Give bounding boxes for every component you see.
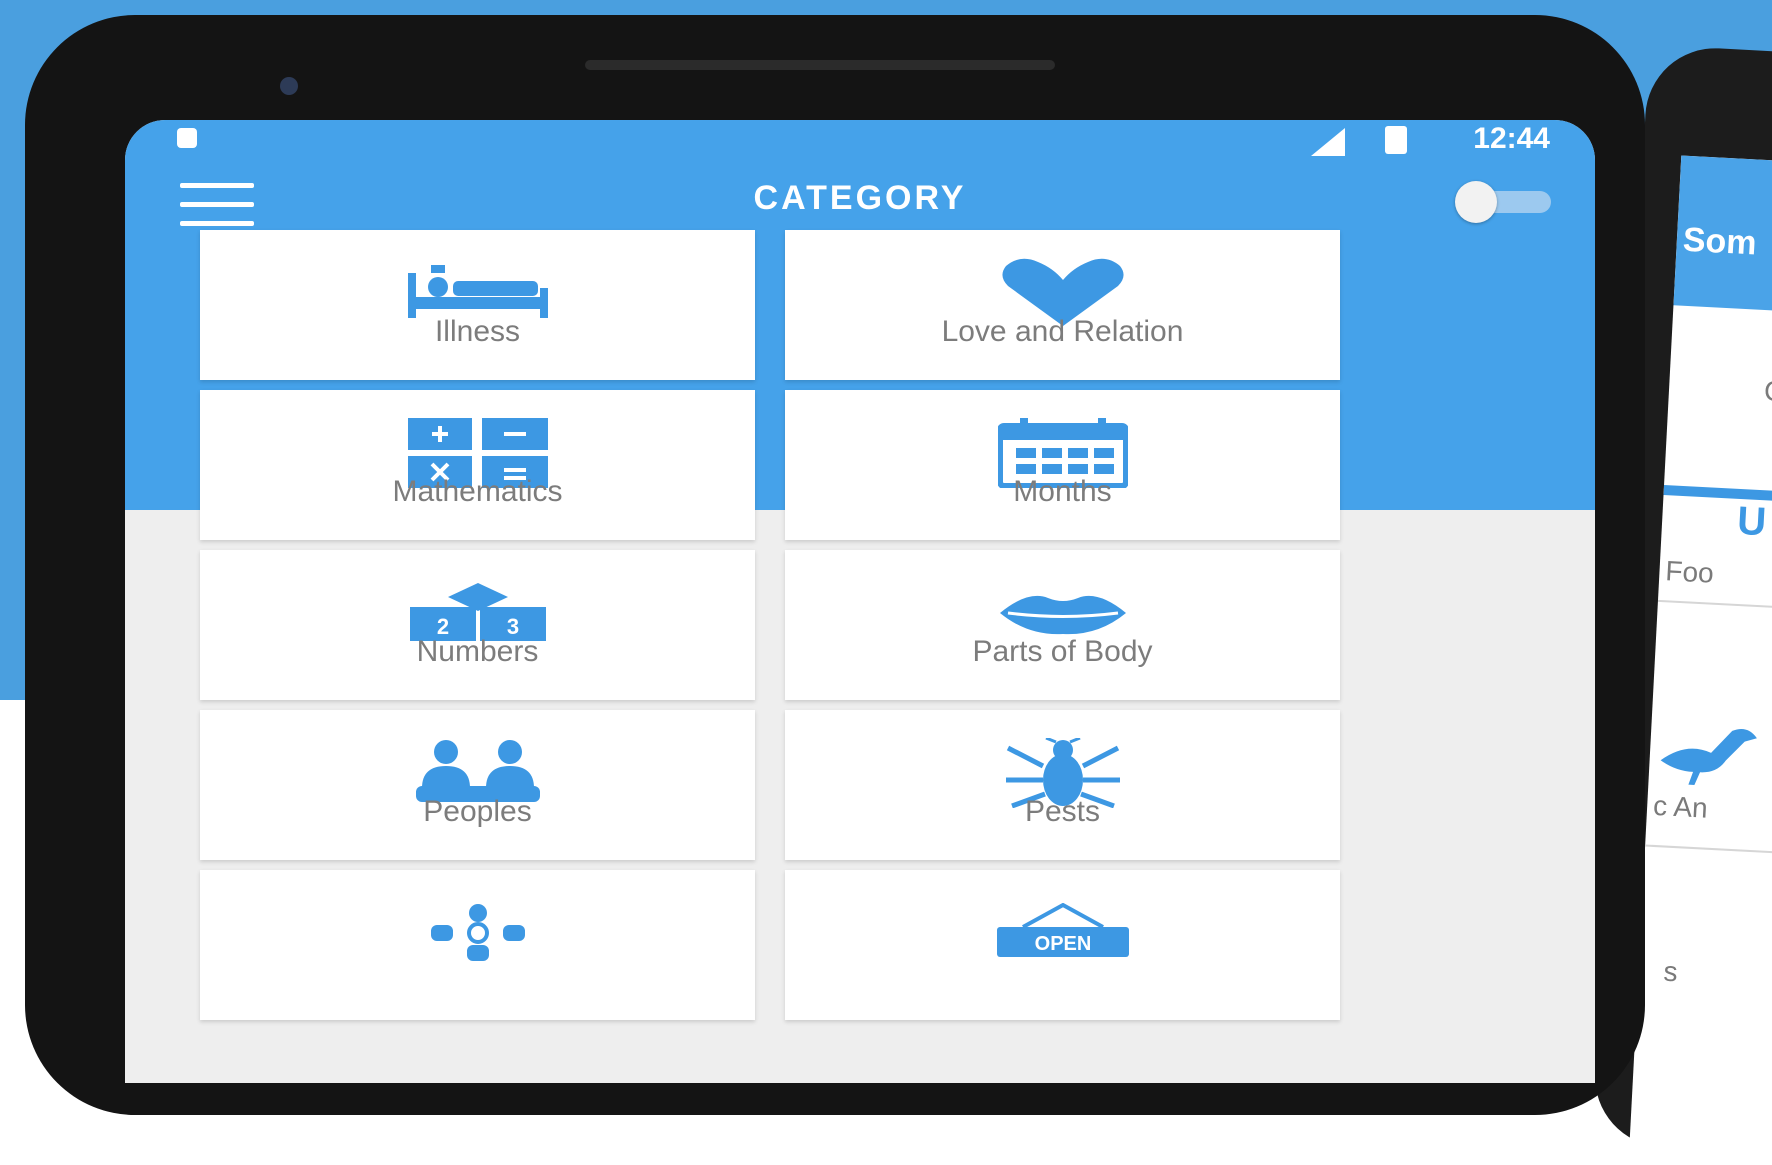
- category-label: Mathematics: [392, 475, 563, 508]
- battery-icon: [1385, 126, 1407, 154]
- category-card-illness[interactable]: Illness: [200, 230, 755, 380]
- secondary-phone-text: s: [1662, 955, 1679, 988]
- category-card-parts-of-body[interactable]: Parts of Body: [785, 550, 1340, 700]
- category-label: Love and Relation: [941, 315, 1184, 348]
- category-grid: Illness Love and Relation Mathematics Mo…: [200, 230, 1340, 1020]
- secondary-phone-text: C: [1763, 375, 1772, 408]
- secondary-phone-text: U: [1736, 498, 1768, 545]
- secondary-phone-title: Som: [1681, 220, 1758, 263]
- page-title: CATEGORY: [753, 179, 967, 217]
- category-label: Pests: [1024, 795, 1101, 828]
- phone-camera: [280, 77, 298, 95]
- category-card-mathematics[interactable]: Mathematics: [200, 390, 755, 540]
- status-time: 12:44: [1473, 122, 1550, 155]
- status-bar: 12:44: [125, 120, 1595, 165]
- secondary-phone-text: c An: [1652, 789, 1709, 824]
- secondary-phone-divider: [1645, 844, 1772, 857]
- phone-speaker: [585, 60, 1055, 70]
- svg-text:OPEN: OPEN: [1034, 933, 1091, 955]
- category-card-peoples[interactable]: Peoples: [200, 710, 755, 860]
- category-card-love-and-relation[interactable]: Love and Relation: [785, 230, 1340, 380]
- category-card-open[interactable]: OPEN: [785, 870, 1340, 1020]
- category-label: Peoples: [423, 795, 532, 828]
- open-sign-icon: OPEN: [785, 888, 1340, 978]
- bird-icon: [1660, 729, 1757, 785]
- app-screen: 12:44 CATEGORY Illness Love and Relation…: [125, 120, 1595, 1083]
- shapes-icon: [200, 888, 755, 978]
- mode-toggle[interactable]: [1455, 181, 1555, 223]
- category-label: Months: [1013, 475, 1112, 508]
- category-label: Parts of Body: [972, 635, 1153, 668]
- category-card-shapes[interactable]: [200, 870, 755, 1020]
- notification-icon: [177, 128, 197, 148]
- secondary-phone-text: Foo: [1664, 555, 1715, 589]
- category-card-numbers[interactable]: 2 3 Numbers: [200, 550, 755, 700]
- category-label: Illness: [434, 315, 521, 348]
- toggle-knob: [1455, 181, 1497, 223]
- secondary-phone-divider: [1657, 599, 1772, 613]
- category-card-months[interactable]: Months: [785, 390, 1340, 540]
- phone-frame: 12:44 CATEGORY Illness Love and Relation…: [25, 15, 1645, 1115]
- category-label: Numbers: [416, 635, 539, 668]
- category-card-pests[interactable]: Pests: [785, 710, 1340, 860]
- signal-icon: [1311, 128, 1345, 156]
